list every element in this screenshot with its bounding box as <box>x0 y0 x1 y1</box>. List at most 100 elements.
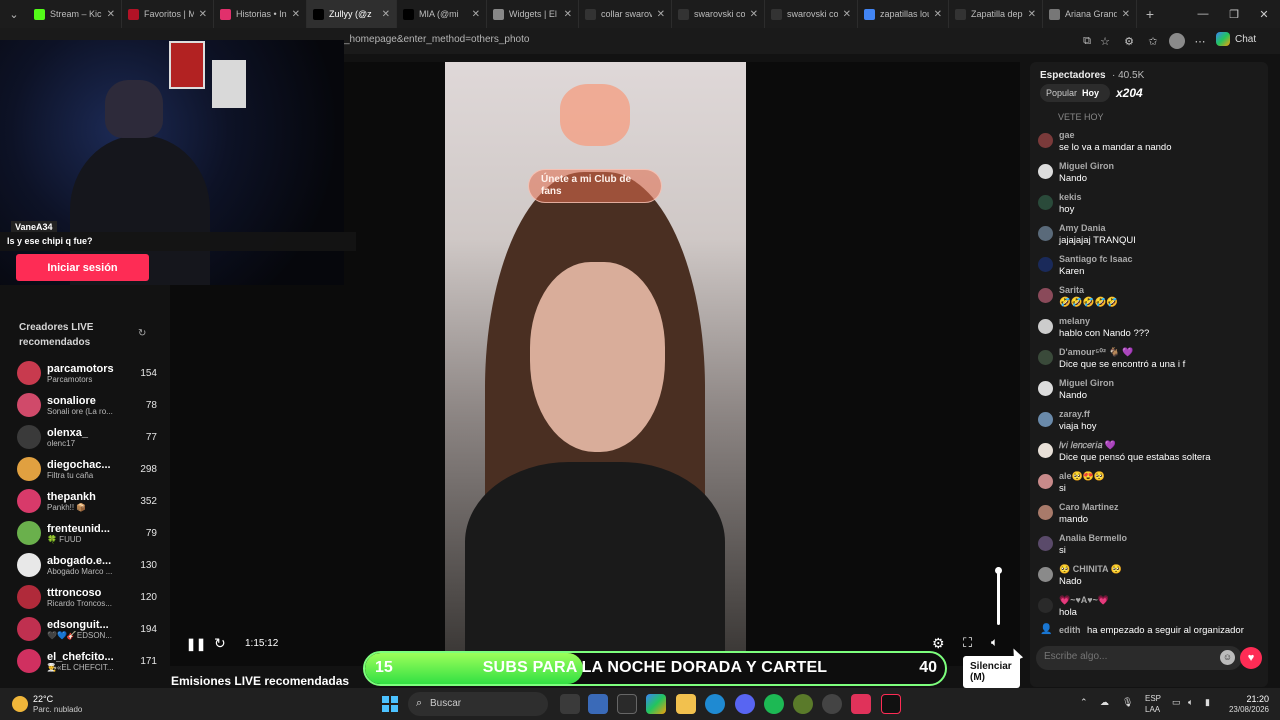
browser-tab[interactable]: collar swarovsk ✕ <box>579 0 672 28</box>
chat-username[interactable]: Sarita <box>1059 285 1084 295</box>
browser-tab[interactable]: zapatillas louis ✕ <box>858 0 949 28</box>
network-icon[interactable]: ▭ <box>1172 697 1181 708</box>
creator-list-item[interactable]: thepankh Pankh!! 📦 352 <box>17 487 157 515</box>
close-tab-icon[interactable]: ✕ <box>843 9 851 20</box>
viewer-filter-toggle[interactable]: Popular Hoy <box>1040 84 1110 102</box>
creator-list-item[interactable]: olenxa_ olenc17 77 <box>17 423 157 451</box>
browser-tab[interactable]: MIA (@mi ✕ <box>397 0 487 28</box>
filter-popular[interactable]: Popular <box>1040 88 1077 98</box>
creator-name[interactable]: olenxa_ <box>47 427 119 439</box>
chat-message[interactable]: 🥺 CHINITA 🥺 Nado <box>1036 564 1262 592</box>
chat-user-avatar[interactable] <box>1038 226 1053 241</box>
weather-description[interactable]: Parc. nublado <box>33 705 82 714</box>
chat-message[interactable]: gae se lo va a mandar a nando <box>1036 130 1262 158</box>
file-explorer-icon[interactable] <box>676 694 696 714</box>
chat-message[interactable]: kekis hoy <box>1036 192 1262 220</box>
creator-name[interactable]: abogado.e... <box>47 555 119 567</box>
refresh-icon[interactable]: ↻ <box>138 328 146 339</box>
pause-icon[interactable]: ❚❚ <box>186 637 206 651</box>
favorites-bar-icon[interactable]: ✩ <box>1145 33 1161 49</box>
creator-name[interactable]: tttroncoso <box>47 587 119 599</box>
like-heart-icon[interactable]: ♥ <box>1240 647 1262 669</box>
chat-user-avatar[interactable] <box>1038 381 1053 396</box>
extensions-icon[interactable]: ⚙ <box>1121 33 1137 49</box>
filter-today[interactable]: Hoy <box>1077 88 1099 98</box>
edge-browser-icon[interactable] <box>705 694 725 714</box>
viewers-label[interactable]: Espectadores <box>1040 70 1106 81</box>
chat-username[interactable]: gae <box>1059 130 1075 140</box>
tab-actions-menu-button[interactable]: ⌄ <box>0 0 28 28</box>
creator-avatar[interactable] <box>17 617 41 641</box>
chat-message[interactable]: 𝐼𝑣𝑖 𝑙𝑒𝑛𝑐𝑒𝑟𝑖𝑎 💜 Dice que pensó que estabas… <box>1036 440 1262 468</box>
spotify-app-icon[interactable] <box>764 694 784 714</box>
chat-username[interactable]: Analia Bermello <box>1059 533 1127 543</box>
chat-username[interactable]: D'amour⁵⁰² 🐐 💜 <box>1059 347 1133 358</box>
input-language-bottom[interactable]: LAA <box>1145 705 1160 714</box>
chat-user-avatar[interactable] <box>1038 195 1053 210</box>
creator-avatar[interactable] <box>17 393 41 417</box>
chat-username[interactable]: 🥺 CHINITA 🥺 <box>1059 564 1122 575</box>
clock-date[interactable]: 23/08/2026 <box>1223 705 1269 714</box>
chat-message[interactable]: zaray.ff viaja hoy <box>1036 409 1262 437</box>
new-tab-button[interactable]: + <box>1137 6 1163 22</box>
chat-user-avatar[interactable] <box>1038 164 1053 179</box>
chat-message[interactable]: 💗~♥A♥~💗 hola <box>1036 595 1262 623</box>
creator-name[interactable]: el_chefcito... <box>47 651 119 663</box>
browser-tab[interactable]: Zapatilla depo ✕ <box>949 0 1043 28</box>
close-tab-icon[interactable]: ✕ <box>1122 9 1130 20</box>
creator-list-item[interactable]: edsonguit... 🖤💙🎸EDSON... 194 <box>17 615 157 643</box>
chat-username[interactable]: kekis <box>1059 192 1082 202</box>
browser-tab[interactable]: Ariana Grande ✕ <box>1043 0 1137 28</box>
close-tab-icon[interactable]: ✕ <box>292 9 300 20</box>
chat-username[interactable]: Santiago fc Isaac <box>1059 254 1133 264</box>
creator-avatar[interactable] <box>17 489 41 513</box>
browser-tab[interactable]: Historias • Insta ✕ <box>214 0 307 28</box>
chat-user-avatar[interactable] <box>1038 567 1053 582</box>
chat-message[interactable]: Miguel Giron Nando <box>1036 378 1262 406</box>
volume-speaker-icon[interactable]: 🔈︎ <box>991 635 998 650</box>
creator-list-item[interactable]: parcamotors Parcamotors 154 <box>17 359 157 387</box>
chat-user-avatar[interactable] <box>1038 133 1053 148</box>
chat-username[interactable]: melany <box>1059 316 1090 326</box>
close-tab-icon[interactable]: ✕ <box>199 9 207 20</box>
close-tab-icon[interactable]: ✕ <box>382 9 390 20</box>
chat-message[interactable]: Analia Bermello si <box>1036 533 1262 561</box>
chat-username[interactable]: zaray.ff <box>1059 409 1090 419</box>
creator-avatar[interactable] <box>17 361 41 385</box>
emoji-icon[interactable]: ☺ <box>1220 650 1235 665</box>
browser-tab[interactable]: swarovski colla ✕ <box>765 0 858 28</box>
creator-avatar[interactable] <box>17 521 41 545</box>
chat-user-avatar[interactable] <box>1038 443 1053 458</box>
weather-sun-icon[interactable] <box>12 696 28 712</box>
favorite-star-icon[interactable]: ☆ <box>1097 33 1113 49</box>
chat-username[interactable]: ale🥺😍🥺 <box>1059 471 1105 482</box>
chat-user-avatar[interactable] <box>1038 412 1053 427</box>
chat-message[interactable]: Santiago fc Isaac Karen <box>1036 254 1262 282</box>
close-tab-icon[interactable]: ✕ <box>1028 9 1036 20</box>
chat-user-avatar[interactable] <box>1038 288 1053 303</box>
browser-tab[interactable]: Widgets | El m ✕ <box>487 0 579 28</box>
taskbar-search[interactable]: ⌕ Buscar <box>408 692 548 716</box>
input-language-top[interactable]: ESP <box>1145 694 1161 703</box>
microphone-icon[interactable]: 🎙︎ <box>1122 697 1133 708</box>
browser-tab[interactable]: Stream – Kick I ✕ <box>28 0 122 28</box>
profile-avatar[interactable] <box>1169 33 1185 49</box>
speaker-tray-icon[interactable]: 🔈︎ <box>1188 697 1193 708</box>
fullscreen-icon[interactable]: ⛶ <box>963 635 972 651</box>
browser-tab[interactable]: Favoritos | My ✕ <box>122 0 214 28</box>
chat-user-avatar[interactable] <box>1038 350 1053 365</box>
chat-input-box[interactable]: ☺ <box>1036 646 1242 670</box>
chat-username[interactable]: 𝐼𝑣𝑖 𝑙𝑒𝑛𝑐𝑒𝑟𝑖𝑎 💜 <box>1059 440 1116 451</box>
creator-name[interactable]: frenteunid... <box>47 523 119 535</box>
close-tab-icon[interactable]: ✕ <box>750 9 758 20</box>
url-field[interactable]: _homepage&enter_method=others_photo <box>344 34 529 45</box>
open-in-app-icon[interactable]: ⧉ <box>1079 33 1095 49</box>
chat-message[interactable]: Sarita 🤣🤣🤣🤣🤣 <box>1036 285 1262 313</box>
creator-name[interactable]: thepankh <box>47 491 119 503</box>
chat-message[interactable]: Miguel Giron Nando <box>1036 161 1262 189</box>
creator-list-item[interactable]: diegochac... Filtra tu caña 298 <box>17 455 157 483</box>
chat-user-avatar[interactable] <box>1038 536 1053 551</box>
chat-message[interactable]: Amy Dania jajajajaj TRANQUI <box>1036 223 1262 251</box>
creator-avatar[interactable] <box>17 585 41 609</box>
more-options-icon[interactable]: ⋯ <box>1192 33 1208 49</box>
